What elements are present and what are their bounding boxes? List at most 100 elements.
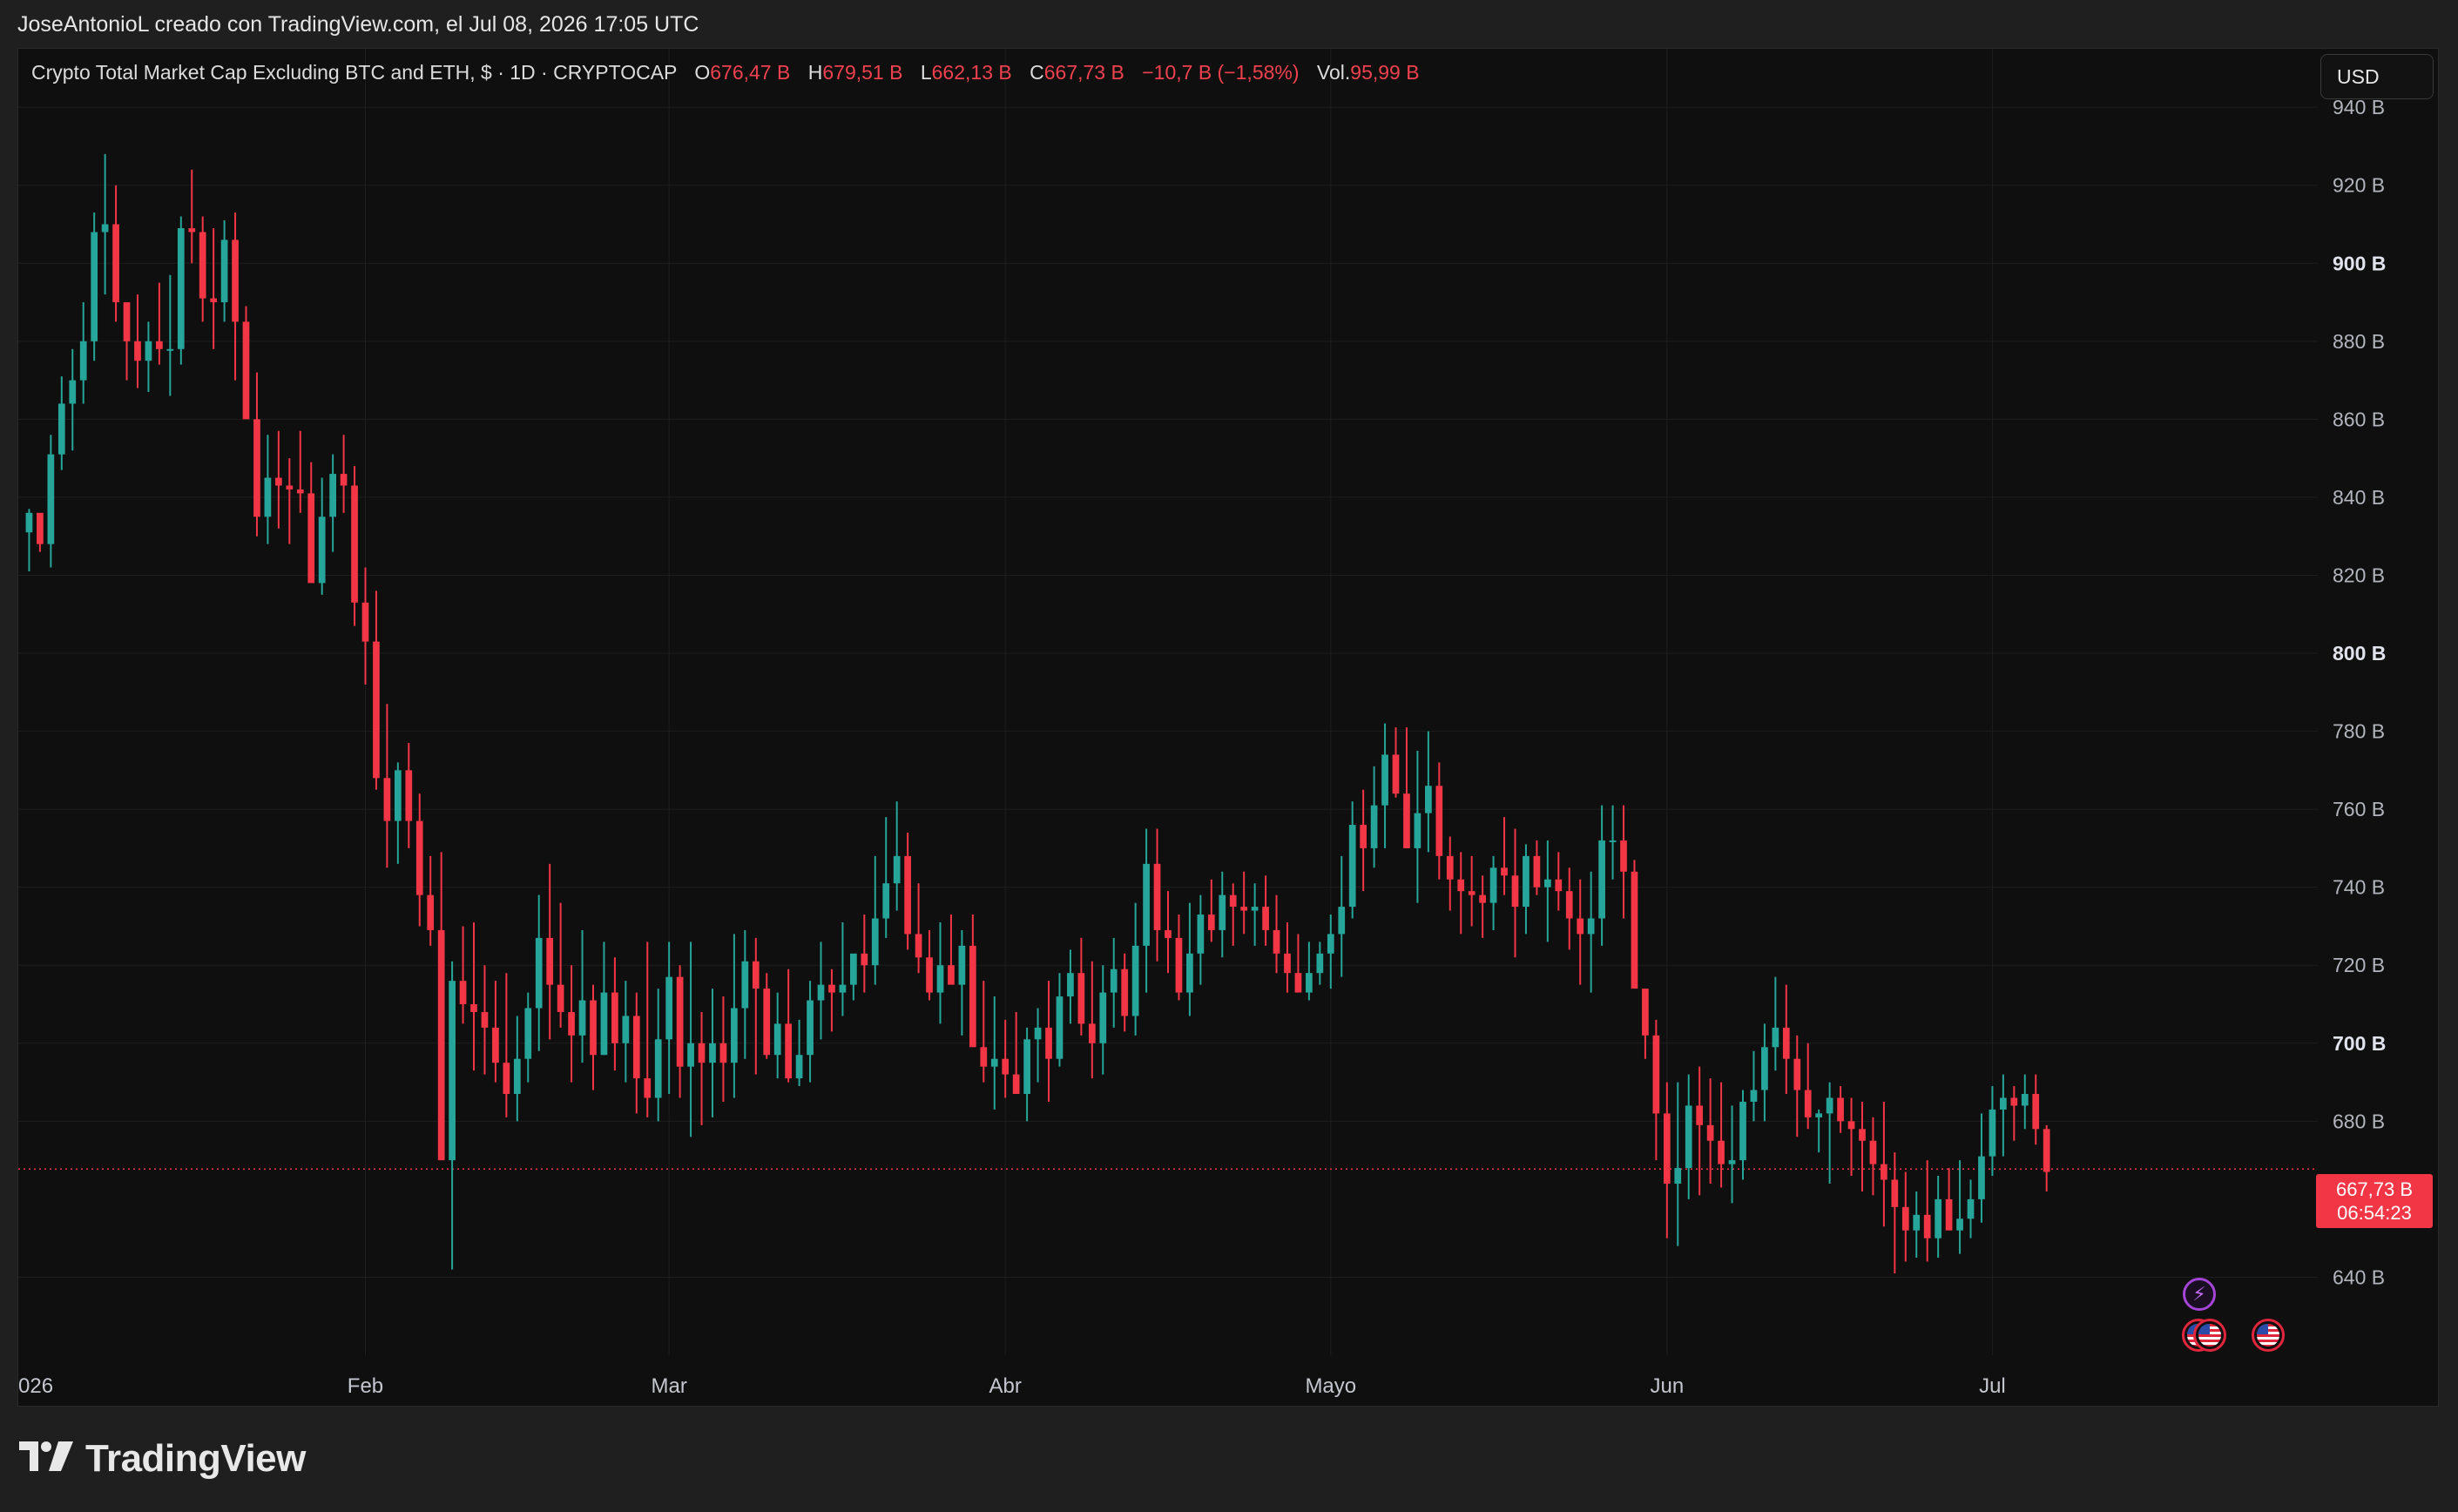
us-flag-event-icon[interactable] — [2252, 1319, 2285, 1352]
candle-body — [1923, 1214, 1931, 1239]
candle-body — [915, 934, 922, 958]
candle-body — [1425, 786, 1432, 813]
bar-countdown: 06:54:23 — [2337, 1202, 2412, 1224]
candle-body — [351, 485, 358, 603]
candle-body — [1631, 871, 1638, 989]
candle-body — [1609, 840, 1617, 842]
candle-body — [91, 232, 98, 341]
legend-high-value: 679,51 B — [822, 61, 903, 84]
y-tick-label: 800 B — [2333, 642, 2386, 665]
candle-body — [123, 302, 131, 341]
candle-body — [1956, 1218, 1963, 1231]
candle-body — [871, 918, 879, 966]
candle-body — [828, 984, 835, 993]
us-flag-event-icon[interactable] — [2193, 1319, 2226, 1352]
candle-body — [948, 965, 955, 985]
y-tick-label: 760 B — [2333, 798, 2385, 820]
candle-body — [1881, 1164, 1887, 1180]
candle-body — [1153, 863, 1161, 930]
candle-body — [980, 1047, 988, 1067]
x-tick-label: Mayo — [1305, 1374, 1356, 1398]
legend-volume-label: Vol. — [1316, 61, 1351, 84]
candle-body — [557, 984, 564, 1012]
candle-body — [47, 454, 55, 544]
legend-high-label: H — [807, 61, 823, 84]
candle-body — [861, 953, 868, 966]
candle-body — [719, 1043, 727, 1063]
candle-body — [958, 945, 966, 985]
y-tick-label: 680 B — [2333, 1110, 2385, 1132]
last-price-tag: 667,73 B 06:54:23 — [2316, 1174, 2433, 1228]
chart-credit: JoseAntonioL creado con TradingView.com,… — [17, 12, 699, 37]
legend-volume-value: 95,99 B — [1350, 61, 1420, 84]
candle-body — [850, 953, 857, 985]
candle-body — [1240, 907, 1248, 911]
currency-selector[interactable]: USD — [2320, 54, 2434, 99]
candle-body — [69, 380, 77, 404]
candle-body — [773, 1023, 781, 1056]
y-tick-label: 700 B — [2333, 1032, 2386, 1055]
candle-body — [145, 341, 152, 361]
candle-body — [264, 477, 272, 517]
y-tick-label: 640 B — [2333, 1266, 2385, 1288]
candle-body — [210, 298, 218, 303]
candle-body — [1804, 1090, 1812, 1117]
candle-body — [1219, 894, 1226, 930]
x-tick-label: Abr — [989, 1374, 1022, 1398]
candle-body — [470, 1004, 477, 1012]
candle-body — [25, 512, 33, 533]
candle-body — [513, 1058, 521, 1094]
candle-body — [1869, 1140, 1877, 1164]
candle-body — [990, 1058, 998, 1067]
candle-body — [1348, 825, 1356, 908]
candle-body — [644, 1078, 652, 1098]
candle-body — [622, 1016, 630, 1043]
candle-body — [1511, 875, 1519, 908]
candle-body — [1273, 929, 1280, 954]
candle-body — [1012, 1074, 1020, 1094]
candle-body — [1945, 1198, 1953, 1231]
candle-body — [1034, 1027, 1042, 1040]
candle-body — [926, 957, 933, 993]
candle-body — [1772, 1027, 1779, 1048]
candle-body — [1587, 918, 1595, 935]
candle-body — [1577, 918, 1584, 935]
candle-body — [1403, 793, 1410, 848]
candle-body — [1782, 1027, 1790, 1059]
candle-body — [1523, 855, 1529, 908]
tradingview-brand[interactable]: TradingView — [19, 1437, 306, 1481]
candle-body — [415, 820, 423, 895]
candle-body — [1207, 915, 1215, 930]
candle-body — [1891, 1179, 1899, 1207]
candle-body — [188, 227, 196, 233]
chart-panel[interactable]: 640 B 680 B 700 B 720 B 740 B 760 B 780 B 800 B… — [17, 48, 2439, 1407]
candle-body — [1316, 953, 1324, 974]
candle-body — [1847, 1121, 1855, 1130]
y-tick-label: 940 B — [2333, 96, 2385, 118]
y-tick-label: 920 B — [2333, 174, 2385, 197]
candle-body — [936, 965, 944, 993]
symbol-legend: Crypto Total Market Cap Excluding BTC an… — [31, 61, 1420, 84]
candle-body — [1696, 1105, 1704, 1125]
x-tick-label: Jul — [1979, 1374, 2006, 1398]
candle-body — [503, 1063, 510, 1094]
candle-body — [752, 961, 760, 989]
candle-body — [2010, 1097, 2018, 1106]
candle-body — [1815, 1113, 1823, 1117]
candle-body — [817, 984, 825, 1001]
candle-body — [578, 1000, 586, 1036]
candle-body — [1761, 1047, 1768, 1090]
candle-body — [1294, 973, 1302, 993]
legend-symbol[interactable]: Crypto Total Market Cap Excluding BTC an… — [31, 61, 677, 84]
candle-body — [79, 341, 87, 381]
candle-body — [166, 348, 174, 351]
candle-body — [1913, 1214, 1921, 1231]
candle-body — [2043, 1129, 2050, 1172]
candle-body — [1099, 992, 1107, 1043]
candle-body — [1989, 1109, 1996, 1157]
candle-body — [1284, 953, 1291, 974]
price-chart[interactable]: 640 B 680 B 700 B 720 B 740 B 760 B 780 B 800 B… — [18, 49, 2440, 1407]
lightning-event-icon[interactable]: ⚡ — [2183, 1278, 2216, 1311]
candle-body — [1457, 879, 1465, 892]
candle-body — [1306, 973, 1313, 993]
